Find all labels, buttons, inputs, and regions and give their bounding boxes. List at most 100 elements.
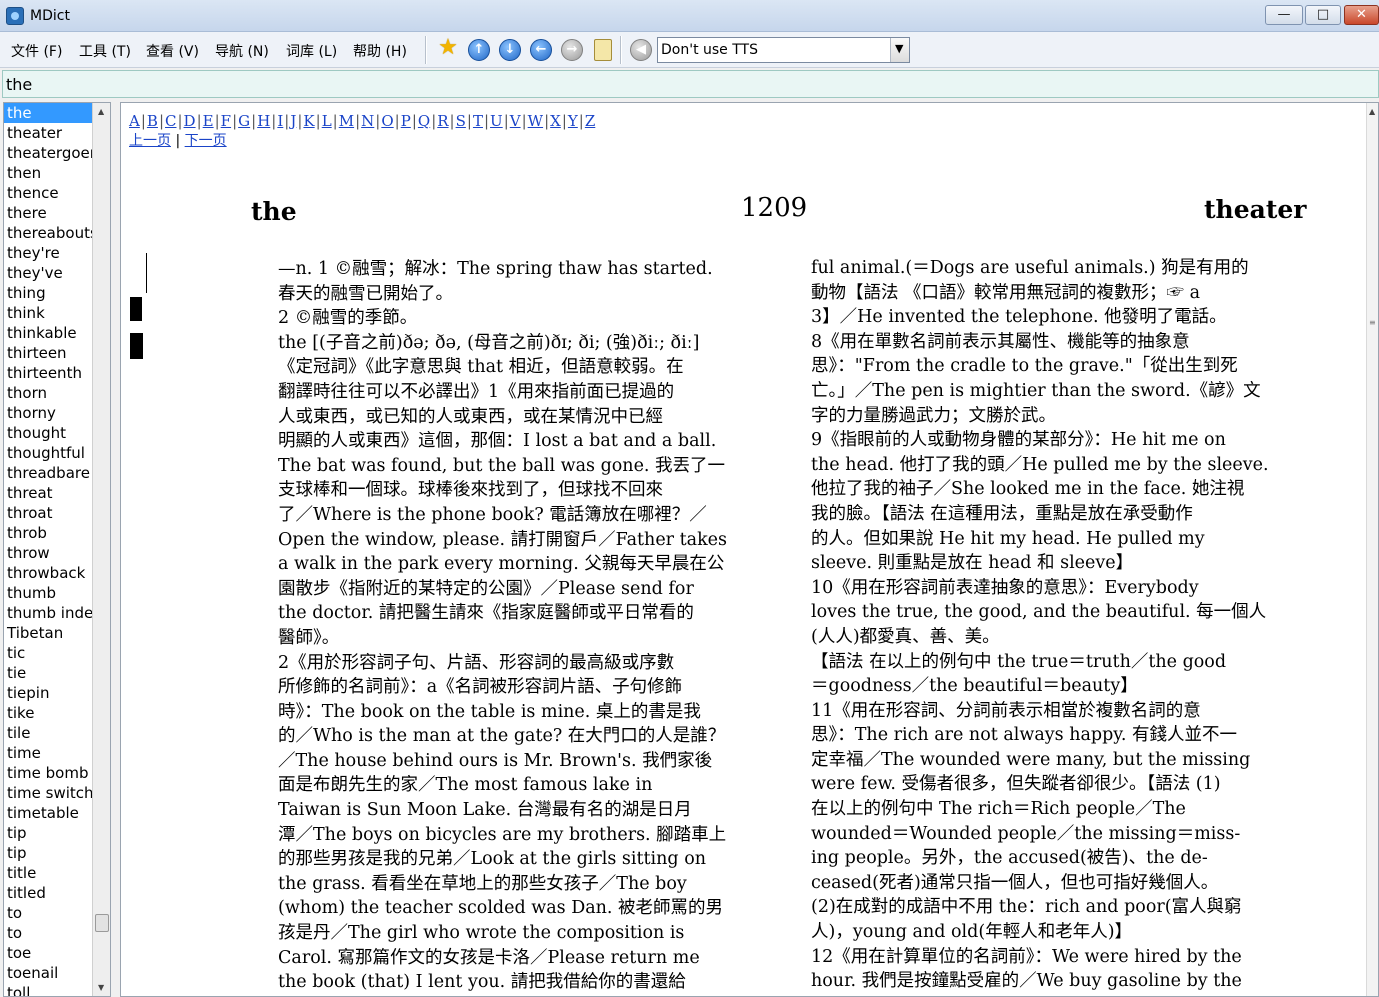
- entry-line: 他拉了我的袖子／She looked me in the face. 她注視: [811, 479, 1245, 500]
- word-list-item[interactable]: thence: [4, 183, 92, 203]
- letter-link[interactable]: W: [528, 112, 543, 130]
- letter-link[interactable]: A: [129, 112, 140, 130]
- letter-link[interactable]: K: [303, 112, 314, 130]
- scrollbar-thumb[interactable]: [95, 914, 109, 932]
- word-list-item[interactable]: toll: [4, 983, 92, 996]
- letter-link[interactable]: U: [490, 112, 503, 130]
- letter-link[interactable]: M: [339, 112, 354, 130]
- letter-link[interactable]: B: [147, 112, 158, 130]
- word-list-item[interactable]: throwback: [4, 563, 92, 583]
- word-list-item[interactable]: tike: [4, 703, 92, 723]
- menu-file[interactable]: 文件 (F): [11, 41, 62, 61]
- letter-link[interactable]: P: [401, 112, 411, 130]
- word-list-item[interactable]: tie: [4, 663, 92, 683]
- word-list-item[interactable]: tiepin: [4, 683, 92, 703]
- word-list-item[interactable]: tile: [4, 723, 92, 743]
- word-list-item[interactable]: there: [4, 203, 92, 223]
- letter-link[interactable]: N: [361, 112, 374, 130]
- menu-help[interactable]: 帮助 (H): [353, 41, 407, 61]
- letter-link[interactable]: E: [203, 112, 214, 130]
- word-list-item[interactable]: thorn: [4, 383, 92, 403]
- word-list-item[interactable]: toe: [4, 943, 92, 963]
- menu-view[interactable]: 查看 (V): [146, 41, 199, 61]
- word-list-item[interactable]: throb: [4, 523, 92, 543]
- letter-link[interactable]: O: [381, 112, 393, 130]
- minimize-button[interactable]: —: [1265, 5, 1303, 25]
- next-entry-button[interactable]: ↓: [499, 39, 521, 61]
- letter-link[interactable]: D: [184, 112, 196, 130]
- word-list-item[interactable]: titled: [4, 883, 92, 903]
- word-list-item[interactable]: to: [4, 923, 92, 943]
- word-list-item[interactable]: they've: [4, 263, 92, 283]
- speak-button[interactable]: ◀: [630, 39, 652, 61]
- letter-link[interactable]: L: [322, 112, 332, 130]
- scroll-grip-icon[interactable]: ≡: [1369, 318, 1376, 327]
- word-list-item[interactable]: then: [4, 163, 92, 183]
- word-list-item[interactable]: the: [4, 103, 92, 123]
- word-list-item[interactable]: theatergoer: [4, 143, 92, 163]
- favorite-button[interactable]: ★: [437, 35, 459, 61]
- alphabet-separator: |: [521, 112, 527, 130]
- search-input[interactable]: [2, 70, 1379, 98]
- letter-link[interactable]: Z: [585, 112, 595, 130]
- back-button[interactable]: ←: [530, 39, 552, 61]
- letter-link[interactable]: R: [437, 112, 448, 130]
- word-list-item[interactable]: thought: [4, 423, 92, 443]
- word-list-item[interactable]: timetable: [4, 803, 92, 823]
- letter-link[interactable]: C: [165, 112, 176, 130]
- word-list-item[interactable]: tic: [4, 643, 92, 663]
- word-list-item[interactable]: tip: [4, 823, 92, 843]
- content-scrollbar[interactable]: ▲ ≡: [1366, 103, 1378, 996]
- word-list-item[interactable]: throat: [4, 503, 92, 523]
- word-list-item[interactable]: think: [4, 303, 92, 323]
- menu-tools[interactable]: 工具 (T): [79, 41, 131, 61]
- forward-button[interactable]: →: [561, 39, 583, 61]
- word-list-item[interactable]: time switch: [4, 783, 92, 803]
- letter-link[interactable]: X: [550, 112, 561, 130]
- letter-link[interactable]: Y: [568, 112, 578, 130]
- scroll-up-icon[interactable]: ▲: [98, 107, 104, 116]
- word-list-item[interactable]: threat: [4, 483, 92, 503]
- word-list-scrollbar[interactable]: ▲ ▼: [92, 103, 110, 996]
- word-list-item[interactable]: throw: [4, 543, 92, 563]
- word-list-item[interactable]: thumb: [4, 583, 92, 603]
- word-list-item[interactable]: thirteen: [4, 343, 92, 363]
- maximize-button[interactable]: □: [1305, 5, 1341, 25]
- word-list-item[interactable]: thirteenth: [4, 363, 92, 383]
- letter-link[interactable]: V: [510, 112, 521, 130]
- word-list-item[interactable]: thinkable: [4, 323, 92, 343]
- menu-navigate[interactable]: 导航 (N): [215, 41, 269, 61]
- word-list-item[interactable]: to: [4, 903, 92, 923]
- clipboard-button[interactable]: [594, 39, 612, 61]
- word-list-item[interactable]: thumb index: [4, 603, 92, 623]
- word-list-item[interactable]: theater: [4, 123, 92, 143]
- word-list-item[interactable]: title: [4, 863, 92, 883]
- letter-link[interactable]: Q: [418, 112, 430, 130]
- letter-link[interactable]: S: [456, 112, 466, 130]
- prev-page-link[interactable]: 上一页: [129, 133, 171, 149]
- entry-line: 時》：The book on the table is mine. 桌上的書是我: [278, 701, 701, 722]
- tts-select[interactable]: Don't use TTS ▼: [657, 37, 910, 63]
- word-list-item[interactable]: thoughtful: [4, 443, 92, 463]
- letter-link[interactable]: T: [473, 112, 483, 130]
- word-list-item[interactable]: threadbare: [4, 463, 92, 483]
- scroll-down-icon[interactable]: ▼: [98, 983, 104, 992]
- word-list-item[interactable]: time bomb: [4, 763, 92, 783]
- word-list-item[interactable]: thereabouts: [4, 223, 92, 243]
- word-list-item[interactable]: toenail: [4, 963, 92, 983]
- scroll-up-icon[interactable]: ▲: [1369, 107, 1375, 116]
- letter-link[interactable]: F: [221, 112, 231, 130]
- word-list-item[interactable]: thorny: [4, 403, 92, 423]
- letter-link[interactable]: H: [257, 112, 270, 130]
- letter-link[interactable]: G: [238, 112, 250, 130]
- word-list-item[interactable]: they're: [4, 243, 92, 263]
- menu-library[interactable]: 词库 (L): [286, 41, 337, 61]
- word-list-item[interactable]: Tibetan: [4, 623, 92, 643]
- word-list-item[interactable]: time: [4, 743, 92, 763]
- next-page-link[interactable]: 下一页: [185, 133, 227, 149]
- close-button[interactable]: ✕: [1344, 5, 1379, 25]
- previous-entry-button[interactable]: ↑: [468, 39, 490, 61]
- word-list-item[interactable]: thing: [4, 283, 92, 303]
- word-list-item[interactable]: tip: [4, 843, 92, 863]
- tts-dropdown-button[interactable]: ▼: [890, 38, 909, 62]
